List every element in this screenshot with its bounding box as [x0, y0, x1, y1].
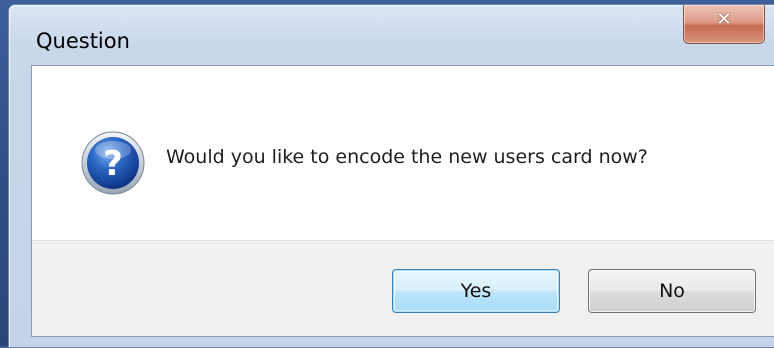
yes-button[interactable]: Yes — [392, 269, 560, 313]
dialog-message: Would you like to encode the new users c… — [166, 146, 648, 168]
close-icon: ✕ — [716, 9, 732, 30]
no-button[interactable]: No — [588, 269, 756, 313]
title-bar[interactable]: Question ✕ — [9, 5, 774, 69]
message-area: ? Would you like to encode the new users… — [32, 66, 774, 240]
dialog-client-area: ? Would you like to encode the new users… — [31, 65, 774, 337]
button-bar: Yes No — [32, 240, 774, 336]
svg-text:?: ? — [103, 144, 123, 184]
dialog-title: Question — [36, 29, 130, 53]
question-icon: ? — [80, 130, 146, 196]
close-button[interactable]: ✕ — [683, 5, 765, 44]
dialog-window: Question ✕ ? Would you like to encode th… — [8, 4, 774, 348]
